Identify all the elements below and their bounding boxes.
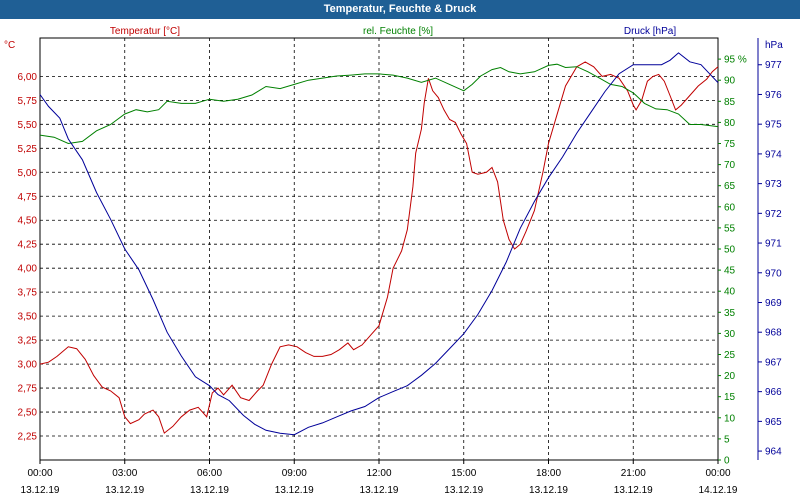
chart-title: Temperatur, Feuchte & Druck xyxy=(0,0,800,19)
left-tick-label: 5,00 xyxy=(18,168,38,179)
mid-tick-label: 95 % xyxy=(724,55,747,66)
mid-tick-label: 75 xyxy=(724,139,736,150)
mid-tick-label: 5 xyxy=(724,434,730,445)
mid-tick-label: 70 xyxy=(724,160,736,171)
left-axis-unit: °C xyxy=(4,40,15,51)
x-tick-time: 21:00 xyxy=(621,468,646,479)
mid-tick-label: 25 xyxy=(724,350,736,361)
right-tick-label: 967 xyxy=(765,357,782,368)
right-tick-label: 969 xyxy=(765,298,782,309)
right-tick-label: 965 xyxy=(765,417,782,428)
left-tick-label: 4,50 xyxy=(18,216,38,227)
right-tick-label: 975 xyxy=(765,120,782,131)
x-tick-date: 13.12.19 xyxy=(614,485,653,496)
left-tick-label: 3,50 xyxy=(18,312,38,323)
left-tick-label: 4,75 xyxy=(18,192,38,203)
mid-tick-label: 65 xyxy=(724,181,736,192)
right-tick-label: 968 xyxy=(765,328,782,339)
right-tick-label: 973 xyxy=(765,179,782,190)
mid-tick-label: 50 xyxy=(724,245,736,256)
x-tick-date: 13.12.19 xyxy=(444,485,483,496)
left-tick-label: 2,75 xyxy=(18,384,38,395)
left-tick-label: 2,50 xyxy=(18,408,38,419)
x-tick-time: 03:00 xyxy=(112,468,137,479)
mid-tick-label: 80 xyxy=(724,118,736,129)
x-tick-time: 15:00 xyxy=(451,468,476,479)
left-tick-label: 3,00 xyxy=(18,360,38,371)
right-axis-unit: hPa xyxy=(765,40,783,51)
left-tick-label: 5,25 xyxy=(18,144,38,155)
x-tick-date: 13.12.19 xyxy=(529,485,568,496)
mid-tick-label: 10 xyxy=(724,413,736,424)
x-tick-time: 18:00 xyxy=(536,468,561,479)
x-tick-time: 00:00 xyxy=(705,468,730,479)
left-tick-label: 4,25 xyxy=(18,240,38,251)
mid-tick-label: 15 xyxy=(724,392,736,403)
mid-tick-label: 60 xyxy=(724,202,736,213)
x-tick-date: 13.12.19 xyxy=(105,485,144,496)
left-axis-label: Temperatur [°C] xyxy=(110,26,180,37)
mid-tick-label: 30 xyxy=(724,329,736,340)
left-tick-label: 5,75 xyxy=(18,96,38,107)
x-tick-date: 13.12.19 xyxy=(275,485,314,496)
mid-tick-label: 20 xyxy=(724,371,736,382)
right-tick-label: 977 xyxy=(765,60,782,71)
x-tick-time: 12:00 xyxy=(366,468,391,479)
left-tick-label: 5,50 xyxy=(18,120,38,131)
x-tick-time: 09:00 xyxy=(282,468,307,479)
x-tick-date: 13.12.19 xyxy=(360,485,399,496)
right-tick-label: 970 xyxy=(765,268,782,279)
x-tick-date: 14.12.19 xyxy=(699,485,738,496)
right-tick-label: 974 xyxy=(765,149,782,160)
x-tick-time: 06:00 xyxy=(197,468,222,479)
chart: °C Temperatur [°C] rel. Feuchte [%] Druck [… xyxy=(4,26,783,496)
right-tick-label: 966 xyxy=(765,387,782,398)
right-tick-label: 976 xyxy=(765,90,782,101)
left-tick-label: 2,25 xyxy=(18,432,38,443)
left-tick-label: 3,75 xyxy=(18,288,38,299)
right-tick-label: 964 xyxy=(765,447,782,458)
mid-tick-label: 40 xyxy=(724,287,736,298)
mid-axis-label: rel. Feuchte [%] xyxy=(363,26,433,37)
left-tick-label: 6,00 xyxy=(18,72,38,83)
mid-tick-label: 85 xyxy=(724,97,736,108)
mid-tick-label: 45 xyxy=(724,266,736,277)
right-tick-label: 971 xyxy=(765,239,782,250)
x-tick-time: 00:00 xyxy=(27,468,52,479)
right-tick-label: 972 xyxy=(765,209,782,220)
right-axis-label: Druck [hPa] xyxy=(624,26,676,37)
mid-tick-label: 0 xyxy=(724,456,730,467)
mid-tick-label: 55 xyxy=(724,223,736,234)
left-tick-label: 3,25 xyxy=(18,336,38,347)
mid-tick-label: 90 xyxy=(724,76,736,87)
mid-tick-label: 35 xyxy=(724,308,736,319)
left-tick-label: 4,00 xyxy=(18,264,38,275)
x-tick-date: 13.12.19 xyxy=(21,485,60,496)
x-tick-date: 13.12.19 xyxy=(190,485,229,496)
